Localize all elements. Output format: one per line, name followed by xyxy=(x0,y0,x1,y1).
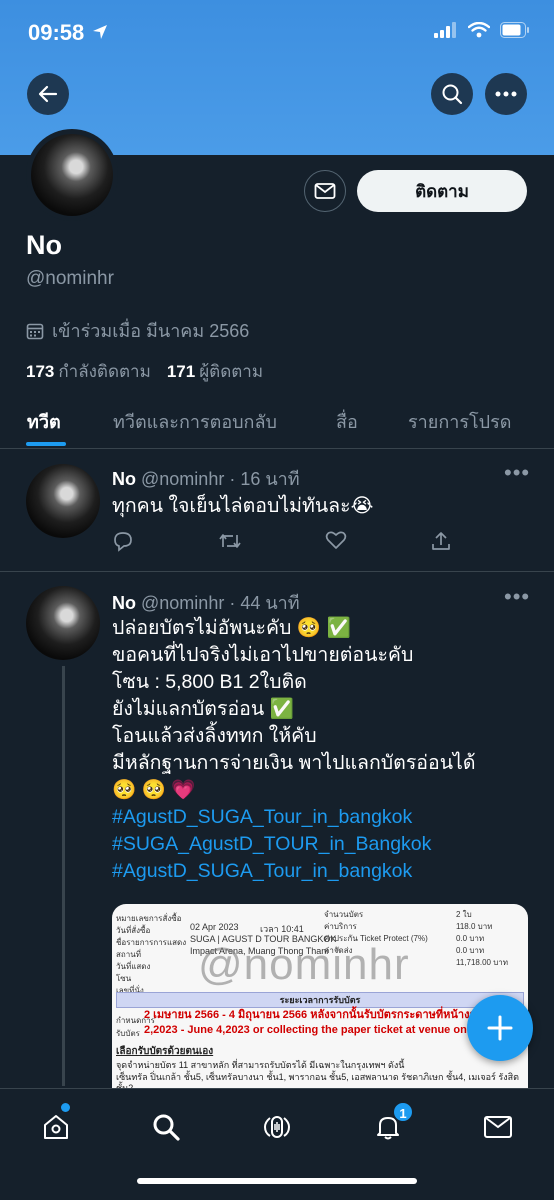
active-tab-indicator xyxy=(26,442,66,446)
compose-tweet-button[interactable] xyxy=(467,995,533,1061)
following-link[interactable]: 173 กำลังติดตาม xyxy=(26,358,151,385)
plus-icon xyxy=(487,1015,513,1041)
hashtag-link[interactable]: #AgustD_SUGA_Tour_in_bangkok xyxy=(112,804,542,831)
tweet-author-name[interactable]: No xyxy=(112,593,136,613)
notification-badge: 1 xyxy=(392,1101,414,1123)
joined-date: เข้าร่วมเมื่อ มีนาคม 2566 xyxy=(26,316,249,345)
battery-icon xyxy=(500,22,530,43)
tweet-time: · 44 นาที xyxy=(229,593,300,613)
message-button[interactable] xyxy=(304,170,346,212)
reply-icon[interactable] xyxy=(112,530,134,557)
spaces-icon xyxy=(263,1116,291,1138)
calendar-icon xyxy=(26,323,44,339)
mail-icon xyxy=(484,1116,512,1138)
follow-counts: 173 กำลังติดตาม 171 ผู้ติดตาม xyxy=(26,358,263,385)
tab-tweets[interactable]: ทวีต xyxy=(27,407,61,436)
mail-icon xyxy=(314,183,336,199)
retweet-icon[interactable] xyxy=(218,530,242,557)
tweet-header: No @nominhr · 44 นาที xyxy=(112,588,300,617)
search-icon xyxy=(442,84,463,105)
home-unread-dot xyxy=(61,1103,70,1112)
profile-name: No xyxy=(26,230,62,260)
tweet-avatar[interactable] xyxy=(26,586,100,660)
status-bar: 09:58 xyxy=(0,18,554,50)
wifi-icon xyxy=(467,21,491,43)
tweet-text: ทุกคน ใจเย็นไล่ตอบไม่ทันละ😭 xyxy=(112,495,374,517)
tweet-author-name[interactable]: No xyxy=(112,469,136,489)
follow-button[interactable]: ติดตาม xyxy=(357,170,527,212)
tweet-time: · 16 นาที xyxy=(229,469,300,489)
signal-icon xyxy=(434,22,458,43)
tweet[interactable]: No @nominhr · 16 นาที ••• ทุกคน ใจเย็นไล… xyxy=(0,450,554,572)
tweet-image[interactable]: หมายเลขการสั่งซื้อ วันที่สั่งซื้อ 02 Apr… xyxy=(112,904,528,1090)
tweet-text: ปล่อยบัตรไม่อัพนะคับ 🥺 ✅ ขอคนที่ไปจริงไม… xyxy=(112,615,542,885)
back-button[interactable] xyxy=(27,73,69,115)
nav-home[interactable] xyxy=(36,1107,76,1147)
tab-tweets-replies[interactable]: ทวีตและการตอบกลับ xyxy=(113,407,277,436)
tab-likes[interactable]: รายการโปรด xyxy=(408,407,511,436)
nav-messages[interactable] xyxy=(478,1107,518,1147)
more-options-button[interactable] xyxy=(485,73,527,115)
tweet-more-icon[interactable]: ••• xyxy=(504,584,530,610)
image-watermark: @nominhr xyxy=(198,940,410,989)
tab-media[interactable]: สื่อ xyxy=(336,407,358,436)
profile-tabs: ทวีต ทวีตและการตอบกลับ สื่อ รายการโปรด xyxy=(0,395,554,449)
back-arrow-icon xyxy=(38,85,58,103)
search-icon xyxy=(153,1114,180,1141)
tweet-author-handle: @nominhr xyxy=(141,469,225,489)
hashtag-link[interactable]: #SUGA_AgustD_TOUR_in_Bangkok xyxy=(112,831,542,858)
nav-spaces[interactable] xyxy=(257,1107,297,1147)
tweet-avatar[interactable] xyxy=(26,464,100,538)
hashtag-link[interactable]: #AgustD_SUGA_Tour_in_bangkok xyxy=(112,858,542,885)
share-icon[interactable] xyxy=(430,530,452,557)
joined-text: เข้าร่วมเมื่อ มีนาคม 2566 xyxy=(52,321,250,341)
profile-handle: @nominhr xyxy=(26,268,114,289)
search-button[interactable] xyxy=(431,73,473,115)
tweet-header: No @nominhr · 16 นาที xyxy=(112,464,300,493)
tweet-more-icon[interactable]: ••• xyxy=(504,460,530,486)
like-icon[interactable] xyxy=(325,530,347,555)
nav-search[interactable] xyxy=(146,1107,186,1147)
followers-link[interactable]: 171 ผู้ติดตาม xyxy=(167,358,263,385)
location-arrow-icon xyxy=(92,24,108,45)
profile-avatar[interactable] xyxy=(26,129,118,221)
thread-line xyxy=(62,666,65,1086)
home-indicator xyxy=(137,1178,417,1184)
tweet-author-handle: @nominhr xyxy=(141,593,225,613)
more-dots-icon xyxy=(495,91,517,97)
status-time: 09:58 xyxy=(28,20,85,45)
home-icon xyxy=(44,1115,68,1139)
